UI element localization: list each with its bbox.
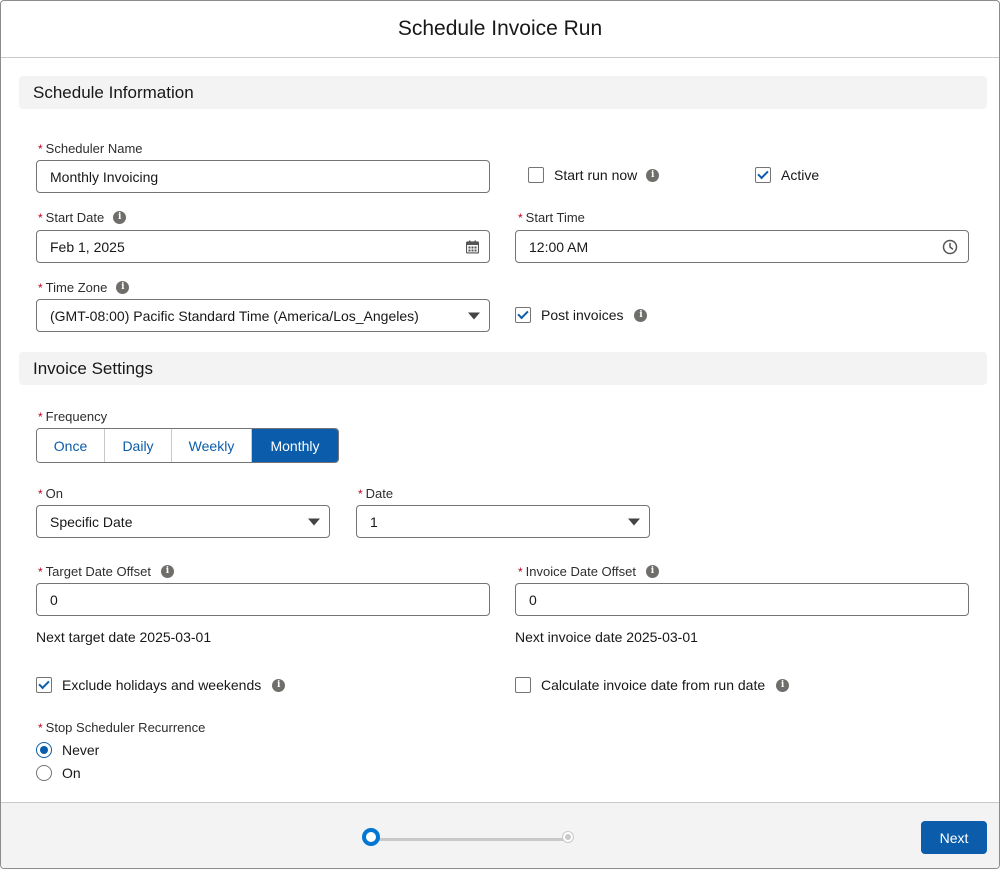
chevron-down-icon <box>628 518 640 525</box>
on-label-text: On <box>45 486 64 501</box>
info-icon[interactable]: i <box>116 281 130 294</box>
info-icon[interactable]: i <box>776 678 790 692</box>
frequency-weekly-button[interactable]: Weekly <box>172 429 252 462</box>
scheduler-name-label-text: Scheduler Name <box>45 141 143 156</box>
invoice-date-offset-value: 0 <box>529 591 537 608</box>
info-icon[interactable]: i <box>646 168 660 182</box>
chevron-down-icon <box>468 312 480 319</box>
post-invoices-box[interactable] <box>515 307 531 323</box>
frequency-button-group: Once Daily Weekly Monthly <box>36 428 339 463</box>
calc-from-run-date-checkbox[interactable]: Calculate invoice date from run date i <box>515 677 790 693</box>
calc-from-run-date-label: Calculate invoice date from run date <box>541 677 766 693</box>
schedule-invoice-modal: Schedule Invoice Run Schedule Informatio… <box>0 0 1000 869</box>
invoice-date-offset-label-text: Invoice Date Offset <box>525 564 636 579</box>
post-invoices-checkbox[interactable]: Post invoices i <box>515 307 648 323</box>
start-date-label: * Start Date i <box>38 210 127 225</box>
stop-on-label: On <box>62 765 81 781</box>
required-marker: * <box>38 280 43 295</box>
required-marker: * <box>38 210 43 225</box>
frequency-monthly-button[interactable]: Monthly <box>252 429 338 462</box>
target-date-offset-value: 0 <box>50 591 58 608</box>
time-zone-select[interactable]: (GMT-08:00) Pacific Standard Time (Ameri… <box>36 299 490 332</box>
stop-on-radio[interactable]: On <box>36 765 81 781</box>
info-icon[interactable]: i <box>272 678 286 692</box>
start-time-input[interactable]: 12:00 AM <box>515 230 969 263</box>
required-marker: * <box>38 720 43 735</box>
stop-never-radio-circle[interactable] <box>36 742 52 758</box>
on-value: Specific Date <box>50 513 133 530</box>
post-invoices-label: Post invoices <box>541 307 624 323</box>
start-date-input[interactable]: Feb 1, 2025 <box>36 230 490 263</box>
frequency-daily-button[interactable]: Daily <box>105 429 172 462</box>
start-date-value: Feb 1, 2025 <box>50 238 125 255</box>
required-marker: * <box>38 141 43 156</box>
modal-title: Schedule Invoice Run <box>397 17 603 40</box>
scheduler-name-label: * Scheduler Name <box>38 141 143 156</box>
progress-track <box>371 838 569 841</box>
start-time-label-text: Start Time <box>525 210 585 225</box>
info-icon[interactable]: i <box>646 565 659 578</box>
required-marker: * <box>38 486 43 501</box>
on-select[interactable]: Specific Date <box>36 505 330 538</box>
calc-from-run-date-box[interactable] <box>515 677 531 693</box>
section-invoice-settings[interactable]: Invoice Settings <box>19 352 987 385</box>
date-value: 1 <box>370 513 378 530</box>
clock-icon[interactable] <box>942 239 958 255</box>
frequency-label: * Frequency <box>38 409 107 424</box>
info-icon[interactable]: i <box>634 308 648 322</box>
frequency-once-button[interactable]: Once <box>37 429 105 462</box>
next-invoice-date-text: Next invoice date 2025-03-01 <box>515 629 698 645</box>
progress-step-1[interactable] <box>362 828 380 846</box>
scheduler-name-input[interactable]: Monthly Invoicing <box>36 160 490 193</box>
required-marker: * <box>518 564 523 579</box>
stop-never-radio[interactable]: Never <box>36 742 99 758</box>
required-marker: * <box>518 210 523 225</box>
required-marker: * <box>38 564 43 579</box>
time-zone-label-text: Time Zone <box>45 280 108 295</box>
scheduler-name-value: Monthly Invoicing <box>50 168 159 185</box>
time-zone-value: (GMT-08:00) Pacific Standard Time (Ameri… <box>50 307 419 324</box>
target-date-offset-label-text: Target Date Offset <box>45 564 151 579</box>
invoice-date-offset-label: * Invoice Date Offset i <box>518 564 659 579</box>
next-target-date-text: Next target date 2025-03-01 <box>36 629 212 645</box>
required-marker: * <box>358 486 363 501</box>
start-time-label: * Start Time <box>518 210 585 225</box>
start-date-label-text: Start Date <box>45 210 105 225</box>
active-checkbox[interactable]: Active <box>755 167 819 183</box>
modal-footer <box>1 802 999 868</box>
stop-recurrence-label-text: Stop Scheduler Recurrence <box>45 720 206 735</box>
progress-step-2[interactable] <box>563 832 573 842</box>
exclude-holidays-box[interactable] <box>36 677 52 693</box>
frequency-label-text: Frequency <box>45 409 108 424</box>
section-schedule-information[interactable]: Schedule Information <box>19 76 987 109</box>
target-date-offset-input[interactable]: 0 <box>36 583 490 616</box>
required-marker: * <box>38 409 43 424</box>
start-run-now-checkbox[interactable]: Start run now i <box>528 167 660 183</box>
stop-on-radio-circle[interactable] <box>36 765 52 781</box>
date-label-text: Date <box>365 486 394 501</box>
time-zone-label: * Time Zone i <box>38 280 130 295</box>
date-label: * Date <box>358 486 393 501</box>
start-time-value: 12:00 AM <box>529 238 589 255</box>
active-label: Active <box>781 167 820 183</box>
on-label: * On <box>38 486 63 501</box>
exclude-holidays-label: Exclude holidays and weekends <box>62 677 262 693</box>
info-icon[interactable]: i <box>113 211 127 224</box>
exclude-holidays-checkbox[interactable]: Exclude holidays and weekends i <box>36 677 286 693</box>
modal-header: Schedule Invoice Run <box>1 1 999 58</box>
date-select[interactable]: 1 <box>356 505 650 538</box>
info-icon[interactable]: i <box>160 565 174 578</box>
active-box[interactable] <box>755 167 771 183</box>
next-button[interactable]: Next <box>921 821 987 854</box>
invoice-date-offset-input[interactable]: 0 <box>515 583 969 616</box>
calendar-icon[interactable] <box>466 240 479 253</box>
start-run-now-label: Start run now <box>554 167 638 183</box>
target-date-offset-label: * Target Date Offset i <box>38 564 174 579</box>
chevron-down-icon <box>308 518 320 525</box>
stop-never-label: Never <box>62 742 100 758</box>
start-run-now-box[interactable] <box>528 167 544 183</box>
stop-recurrence-label: * Stop Scheduler Recurrence <box>38 720 205 735</box>
